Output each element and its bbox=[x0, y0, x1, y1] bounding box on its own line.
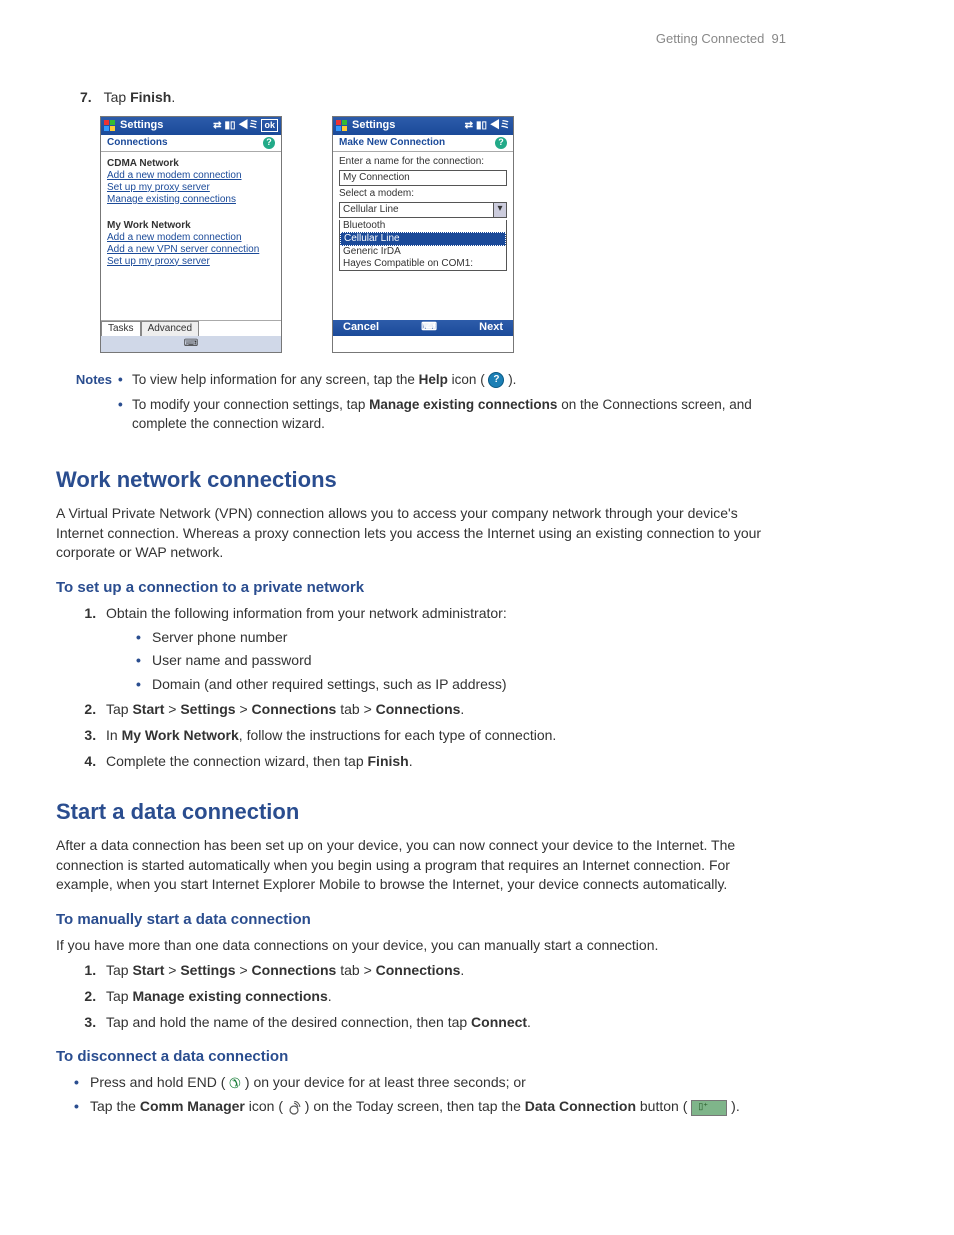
page-number: 91 bbox=[772, 31, 786, 46]
page-header: Getting Connected 91 bbox=[56, 30, 786, 48]
heading-start-data: Start a data connection bbox=[56, 797, 786, 828]
option-hayes[interactable]: Hayes Compatible on COM1: bbox=[340, 258, 506, 270]
option-cellular[interactable]: Cellular Line bbox=[340, 232, 506, 246]
help-icon: ? bbox=[488, 372, 504, 388]
screen-body: CDMA Network Add a new modem connection … bbox=[101, 152, 281, 320]
option-irda[interactable]: Generic IrDA bbox=[340, 246, 506, 258]
disconnect-bullets: Press and hold END ( ✆ ) on your device … bbox=[56, 1073, 786, 1117]
cancel-button[interactable]: Cancel bbox=[343, 321, 379, 334]
list-item: Tap Start > Settings > Connections tab >… bbox=[100, 961, 786, 981]
list-item: User name and password bbox=[136, 651, 786, 671]
help-icon[interactable]: ? bbox=[495, 137, 507, 149]
next-button[interactable]: Next bbox=[479, 321, 503, 334]
keyboard-icon[interactable]: ⌨ bbox=[184, 338, 198, 349]
select-modem[interactable]: Cellular Line ▾ bbox=[339, 202, 507, 218]
group-title: CDMA Network bbox=[107, 158, 275, 170]
start-flag-icon bbox=[104, 120, 116, 132]
help-icon[interactable]: ? bbox=[263, 137, 275, 149]
list-item: Tap Manage existing connections. bbox=[100, 987, 786, 1007]
list-item: Tap Start > Settings > Connections tab >… bbox=[100, 700, 786, 720]
screen-body: Enter a name for the connection: My Conn… bbox=[333, 152, 513, 320]
screenshot-connections: Settings ⇄ ▮▯ ◀ミ ok Connections ? CDMA N… bbox=[100, 116, 282, 353]
dropdown-arrow-icon[interactable]: ▾ bbox=[493, 203, 506, 217]
screen-header: Connections ? bbox=[101, 135, 281, 152]
softkey-bar: Cancel ⌨ Next bbox=[333, 320, 513, 336]
notes-label: Notes bbox=[56, 371, 118, 440]
link-proxy[interactable]: Set up my proxy server bbox=[107, 182, 275, 194]
list-item: In My Work Network, follow the instructi… bbox=[100, 726, 786, 746]
option-bluetooth[interactable]: Bluetooth bbox=[340, 220, 506, 232]
subheading-manual: To manually start a data connection bbox=[56, 909, 786, 930]
volume-icon: ◀ミ bbox=[238, 120, 258, 132]
paragraph: After a data connection has been set up … bbox=[56, 836, 786, 895]
private-steps: Obtain the following information from yo… bbox=[56, 604, 786, 771]
paragraph: A Virtual Private Network (VPN) connecti… bbox=[56, 504, 786, 563]
step-7: 7. Tap Finish. bbox=[80, 88, 786, 108]
sip-bar[interactable]: ⌨ bbox=[101, 336, 281, 352]
list-item: Obtain the following information from yo… bbox=[100, 604, 786, 694]
ok-button[interactable]: ok bbox=[261, 119, 278, 132]
data-connection-button-icon bbox=[691, 1100, 727, 1116]
paragraph: If you have more than one data connectio… bbox=[56, 936, 786, 956]
subheading-disconnect: To disconnect a data connection bbox=[56, 1046, 786, 1067]
section-name: Getting Connected bbox=[656, 31, 764, 46]
start-flag-icon bbox=[336, 120, 348, 132]
manual-steps: Tap Start > Settings > Connections tab >… bbox=[56, 961, 786, 1032]
link-add-vpn[interactable]: Add a new VPN server connection bbox=[107, 244, 275, 256]
subheading-private: To set up a connection to a private netw… bbox=[56, 577, 786, 598]
modem-dropdown: Bluetooth Cellular Line Generic IrDA Hay… bbox=[339, 220, 507, 271]
screen-header: Make New Connection ? bbox=[333, 135, 513, 152]
comm-manager-icon bbox=[287, 1101, 301, 1115]
keyboard-icon[interactable]: ⌨ bbox=[421, 321, 437, 334]
link-manage[interactable]: Manage existing connections bbox=[107, 194, 275, 206]
connectivity-icon: ⇄ bbox=[213, 120, 221, 132]
note-item: To view help information for any screen,… bbox=[118, 371, 786, 390]
signal-icon: ▮▯ bbox=[476, 120, 487, 132]
label-name: Enter a name for the connection: bbox=[339, 156, 507, 168]
tab-advanced[interactable]: Advanced bbox=[141, 321, 199, 336]
heading-work-network: Work network connections bbox=[56, 465, 786, 496]
step-number: 7. bbox=[80, 88, 100, 108]
end-key-icon: ✆ bbox=[229, 1074, 241, 1094]
label-modem: Select a modem: bbox=[339, 188, 507, 200]
notes-block: Notes To view help information for any s… bbox=[56, 371, 786, 440]
link-add-modem[interactable]: Add a new modem connection bbox=[107, 170, 275, 182]
list-item: Press and hold END ( ✆ ) on your device … bbox=[74, 1073, 786, 1093]
volume-icon: ◀ミ bbox=[490, 120, 510, 132]
input-connection-name[interactable]: My Connection bbox=[339, 170, 507, 186]
link-proxy[interactable]: Set up my proxy server bbox=[107, 256, 275, 268]
titlebar: Settings ⇄ ▮▯ ◀ミ ok bbox=[101, 117, 281, 135]
list-item: Tap and hold the name of the desired con… bbox=[100, 1013, 786, 1033]
tab-tasks[interactable]: Tasks bbox=[101, 321, 141, 336]
link-add-modem[interactable]: Add a new modem connection bbox=[107, 232, 275, 244]
list-item: Server phone number bbox=[136, 628, 786, 648]
screenshot-new-connection: Settings ⇄ ▮▯ ◀ミ Make New Connection ? E… bbox=[332, 116, 514, 353]
signal-icon: ▮▯ bbox=[224, 120, 235, 132]
connectivity-icon: ⇄ bbox=[465, 120, 473, 132]
tabs: Tasks Advanced bbox=[101, 320, 281, 336]
list-item: Complete the connection wizard, then tap… bbox=[100, 752, 786, 772]
list-item: Tap the Comm Manager icon ( ) on the Tod… bbox=[74, 1097, 786, 1117]
screenshots-row: Settings ⇄ ▮▯ ◀ミ ok Connections ? CDMA N… bbox=[100, 116, 786, 353]
titlebar: Settings ⇄ ▮▯ ◀ミ bbox=[333, 117, 513, 135]
list-item: Domain (and other required settings, suc… bbox=[136, 675, 786, 695]
note-item: To modify your connection settings, tap … bbox=[118, 396, 786, 434]
group-title: My Work Network bbox=[107, 220, 275, 232]
